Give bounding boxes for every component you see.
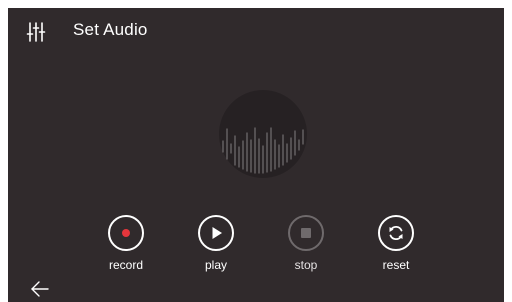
- back-arrow-icon[interactable]: [30, 279, 50, 299]
- audio-settings-screen: Set Audio record play stop reset: [8, 8, 504, 302]
- record-label: record: [108, 258, 143, 272]
- play-button[interactable]: play: [188, 215, 248, 277]
- reset-label: reset: [382, 258, 410, 272]
- audio-waveform-icon: [219, 90, 307, 178]
- play-icon: [212, 227, 222, 239]
- record-button[interactable]: record: [98, 215, 158, 277]
- stop-icon: [301, 228, 311, 238]
- stop-button[interactable]: stop: [278, 215, 338, 277]
- reset-button[interactable]: reset: [368, 215, 428, 277]
- record-icon: [122, 229, 130, 237]
- page-title: Set Audio: [73, 20, 148, 39]
- play-label: play: [204, 258, 227, 272]
- stop-label: stop: [294, 258, 318, 272]
- header: Set Audio: [8, 8, 504, 54]
- reset-icon: [389, 225, 403, 241]
- equalizer-icon[interactable]: [26, 21, 46, 43]
